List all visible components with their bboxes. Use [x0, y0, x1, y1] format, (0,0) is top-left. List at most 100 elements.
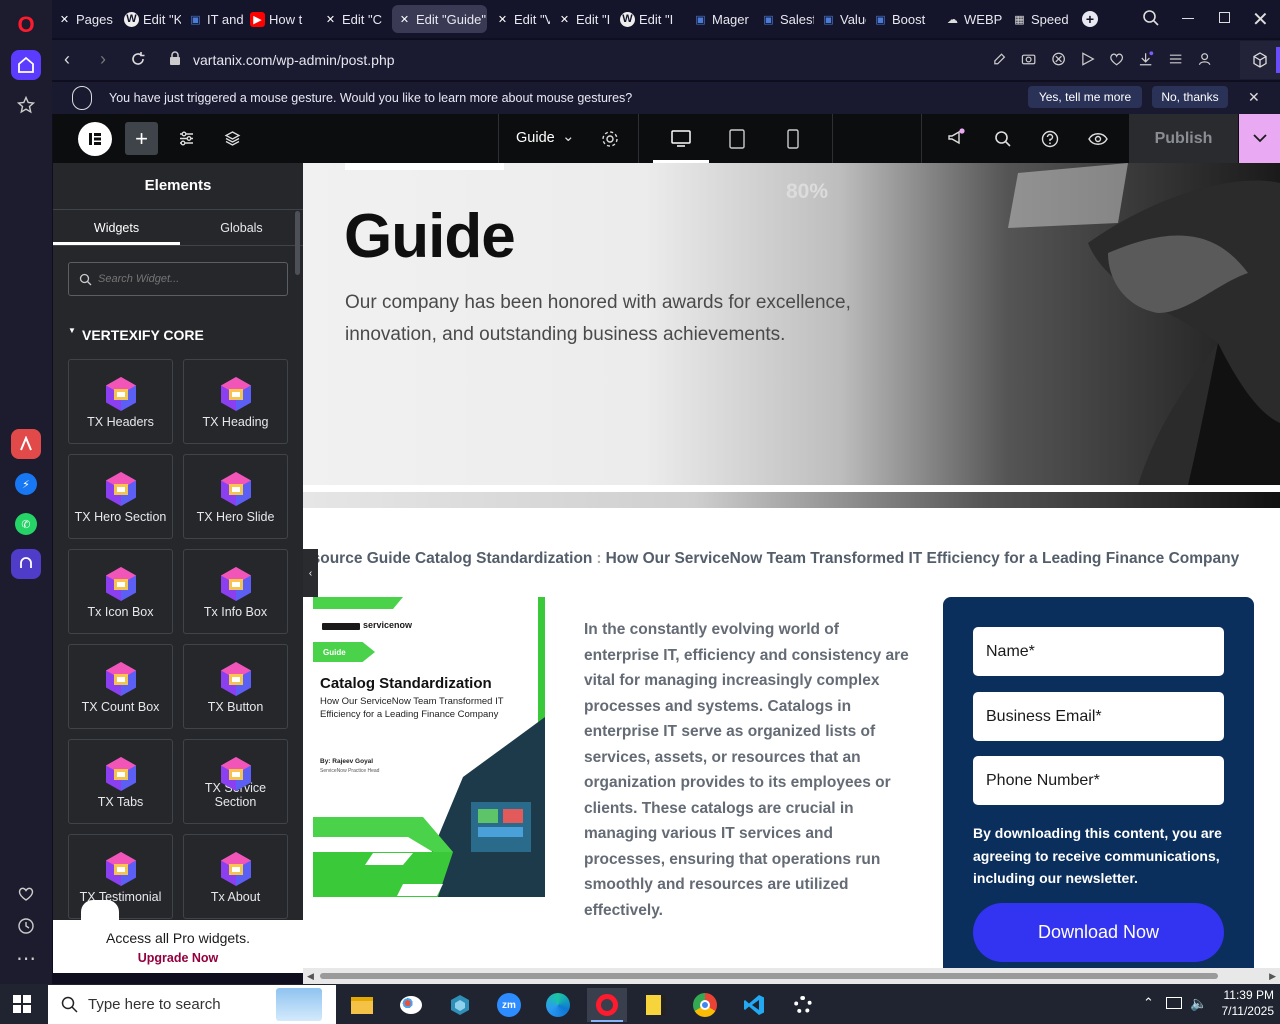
opera-logo-icon[interactable]: O: [11, 10, 41, 40]
tab-widgets[interactable]: Widgets: [53, 210, 180, 246]
horizontal-scrollbar[interactable]: ◀ ▶: [303, 968, 1280, 984]
reload-icon[interactable]: [130, 51, 146, 72]
url-text[interactable]: vartanix.com/wp-admin/post.php: [193, 52, 395, 68]
publish-options-chevron-icon[interactable]: [1239, 114, 1280, 163]
taskbar-search-box[interactable]: Type here to search: [48, 985, 336, 1024]
history-icon[interactable]: [11, 911, 41, 941]
widget-card[interactable]: TX Hero Slide: [183, 454, 288, 539]
opera-taskbar-icon[interactable]: [587, 988, 627, 1022]
tab-8[interactable]: ✕ Edit "I: [552, 5, 612, 33]
hero-subtitle-line-2[interactable]: innovation, and outstanding business ach…: [345, 324, 785, 346]
new-tab-icon[interactable]: +: [1082, 11, 1098, 27]
camera-icon[interactable]: [1021, 51, 1036, 67]
easy-setup-icon[interactable]: [1168, 51, 1183, 67]
structure-layers-icon[interactable]: [224, 130, 241, 152]
no-thanks-button[interactable]: No, thanks: [1152, 86, 1228, 108]
business-email-field[interactable]: Business Email*: [973, 692, 1224, 741]
scroll-left-icon[interactable]: ◀: [307, 971, 314, 982]
tab-6[interactable]: ✕ Edit "Guide": [392, 5, 487, 33]
site-settings-icon[interactable]: [178, 130, 195, 152]
finder-search-icon[interactable]: [994, 130, 1012, 153]
yes-tell-me-more-button[interactable]: Yes, tell me more: [1028, 86, 1142, 108]
file-explorer-icon[interactable]: [342, 988, 382, 1022]
tab-globals[interactable]: Globals: [180, 210, 303, 246]
app-hexagon-icon[interactable]: [440, 988, 480, 1022]
preview-eye-icon[interactable]: [1088, 131, 1108, 152]
favorite-heart-icon[interactable]: [1109, 51, 1124, 67]
search-input[interactable]: [98, 269, 278, 289]
vscode-icon[interactable]: [734, 988, 774, 1022]
heart-icon[interactable]: [11, 879, 41, 909]
guide-cover-image[interactable]: servicenow Guide Catalog Standardization…: [313, 597, 545, 897]
hero-title[interactable]: Guide: [344, 201, 516, 272]
hero-section[interactable]: 80% Guide Our company has been honored w…: [303, 163, 1280, 485]
widget-card[interactable]: TX Hero Section: [68, 454, 173, 539]
chevron-down-icon[interactable]: ⌄: [562, 127, 575, 145]
download-now-button[interactable]: Download Now: [973, 903, 1224, 962]
network-icon[interactable]: [1166, 997, 1182, 1009]
widget-card[interactable]: TX Headers: [68, 359, 173, 444]
tab-14[interactable]: ☁ WEBP: [940, 5, 1005, 33]
more-icon[interactable]: ⋯: [11, 943, 41, 973]
search-tabs-icon[interactable]: [1142, 9, 1160, 32]
tab-11[interactable]: ▣ Salesfo: [756, 5, 814, 33]
page-name[interactable]: Guide: [516, 130, 555, 146]
widget-card[interactable]: Tx Info Box: [183, 549, 288, 634]
tab-7[interactable]: ✕ Edit "V: [490, 5, 550, 33]
hero-subtitle-line-1[interactable]: Our company has been honored with awards…: [345, 292, 851, 314]
panel-scrollbar[interactable]: [295, 211, 300, 275]
windows-start-icon[interactable]: [13, 995, 31, 1018]
widget-card[interactable]: TX Button: [183, 644, 288, 729]
send-icon[interactable]: [1080, 51, 1095, 67]
tab-2[interactable]: W Edit "K: [119, 5, 181, 33]
tab-4[interactable]: ▶ How t: [245, 5, 311, 33]
tab-12[interactable]: ▣ Value c: [816, 5, 866, 33]
tab-5[interactable]: ✕ Edit "C: [318, 5, 388, 33]
messenger-icon[interactable]: ⚡: [11, 469, 41, 499]
collapse-panel-icon[interactable]: ‹: [303, 549, 318, 597]
aria-icon[interactable]: [11, 429, 41, 459]
paint-app-icon[interactable]: [391, 988, 431, 1022]
tab-3[interactable]: ▣ IT and: [183, 5, 243, 33]
lock-icon[interactable]: [169, 51, 181, 71]
widget-card[interactable]: TX Service Section: [183, 739, 288, 824]
tab-1[interactable]: ✕ Pages: [52, 5, 116, 33]
home-icon[interactable]: [11, 50, 41, 80]
widget-card[interactable]: Tx About: [183, 834, 288, 919]
music-player-icon[interactable]: [11, 549, 41, 579]
publish-button[interactable]: Publish: [1129, 114, 1238, 163]
widget-card[interactable]: TX Heading: [183, 359, 288, 444]
back-icon[interactable]: ‹: [64, 49, 70, 70]
widget-search-field[interactable]: [68, 262, 288, 296]
extensions-icon[interactable]: [1240, 41, 1280, 79]
category-collapse-icon[interactable]: ▼: [68, 326, 76, 335]
name-field[interactable]: Name*: [973, 627, 1224, 676]
intro-paragraph[interactable]: In the constantly evolving world of ente…: [584, 617, 910, 923]
tab-15[interactable]: ▦ Speed: [1007, 5, 1072, 33]
clock[interactable]: 11:39 PM 7/11/2025: [1206, 987, 1275, 1019]
edit-icon[interactable]: [992, 51, 1007, 67]
help-icon[interactable]: [1041, 130, 1059, 153]
profile-icon[interactable]: [1197, 51, 1212, 67]
download-icon[interactable]: [1138, 51, 1154, 67]
restore-icon[interactable]: [1219, 12, 1230, 23]
add-element-button[interactable]: +: [125, 122, 158, 155]
sticky-notes-icon[interactable]: [636, 988, 676, 1022]
minimize-icon[interactable]: [1182, 18, 1194, 19]
widget-card[interactable]: TX Count Box: [68, 644, 173, 729]
desktop-view-button[interactable]: [653, 114, 709, 163]
close-notification-icon[interactable]: ✕: [1248, 89, 1260, 106]
adblock-icon[interactable]: [1051, 51, 1066, 67]
chrome-icon[interactable]: [685, 988, 725, 1022]
settings-gear-icon[interactable]: [783, 988, 823, 1022]
announcements-megaphone-icon[interactable]: [946, 128, 966, 153]
scroll-thumb[interactable]: [320, 973, 1218, 979]
forward-icon[interactable]: ›: [100, 49, 106, 70]
whatsapp-icon[interactable]: ✆: [11, 509, 41, 539]
page-settings-gear-icon[interactable]: [601, 130, 619, 153]
category-title[interactable]: VERTEXIFY CORE: [82, 327, 204, 343]
mobile-view-icon[interactable]: [787, 129, 799, 154]
resource-breadcrumb[interactable]: esource Guide Catalog Standardization: Ho…: [303, 550, 1280, 570]
edge-icon[interactable]: [538, 988, 578, 1022]
phone-number-field[interactable]: Phone Number*: [973, 756, 1224, 805]
